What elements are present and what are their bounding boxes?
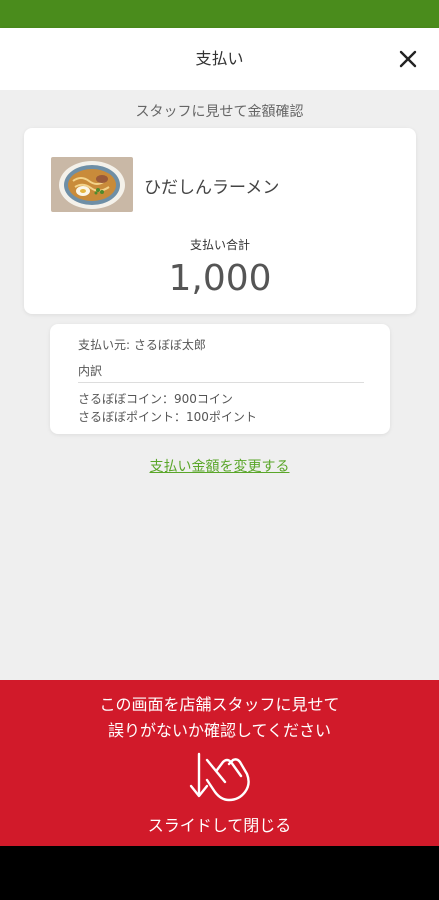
payer-line: 支払い元: さるぼぼ太郎 [78, 338, 206, 352]
breakdown-label: 内訳 [78, 364, 103, 378]
coin-line: さるぼぼコイン：900コイン [78, 392, 233, 406]
confirm-message-line2: 誤りがないか確認してください [107, 721, 332, 740]
system-nav-area [0, 846, 439, 900]
divider [78, 382, 364, 383]
total-amount: 1,000 [168, 258, 272, 299]
change-amount-link[interactable]: 支払い金額を変更する [0, 456, 439, 476]
product-name: ひだしんラーメン [144, 178, 280, 198]
slide-to-close-panel[interactable]: この画面を店舗スタッフに見せて 誤りがないか確認してください スライドして閉じる [0, 680, 439, 846]
confirm-message: この画面を店舗スタッフに見せて 誤りがないか確認してください [0, 692, 439, 744]
header: 支払い [0, 28, 439, 90]
ramen-image [51, 157, 133, 212]
total-label: 支払い合計 [189, 238, 250, 252]
confirm-message-line1: この画面を店舗スタッフに見せて [99, 695, 340, 714]
instruction-text: スタッフに見せて金額確認 [135, 104, 304, 120]
slide-to-close-label[interactable]: スライドして閉じる [0, 812, 439, 836]
status-bar [0, 0, 439, 28]
payment-summary-card: ひだしんラーメン 支払い合計 1,000 [24, 128, 416, 314]
payment-details-card: 支払い元: さるぼぼ太郎 内訳 さるぼぼコイン：900コイン さるぼぼポイント：… [50, 324, 390, 434]
content-area: スタッフに見せて金額確認 ひだしんラーメン 支払い合計 1,000 支払い元: … [0, 90, 439, 680]
point-line: さるぼぼポイント：100ポイント [78, 410, 257, 424]
swipe-down-hand-icon [189, 752, 250, 802]
close-icon[interactable] [397, 48, 419, 70]
page-title: 支払い [195, 49, 244, 68]
